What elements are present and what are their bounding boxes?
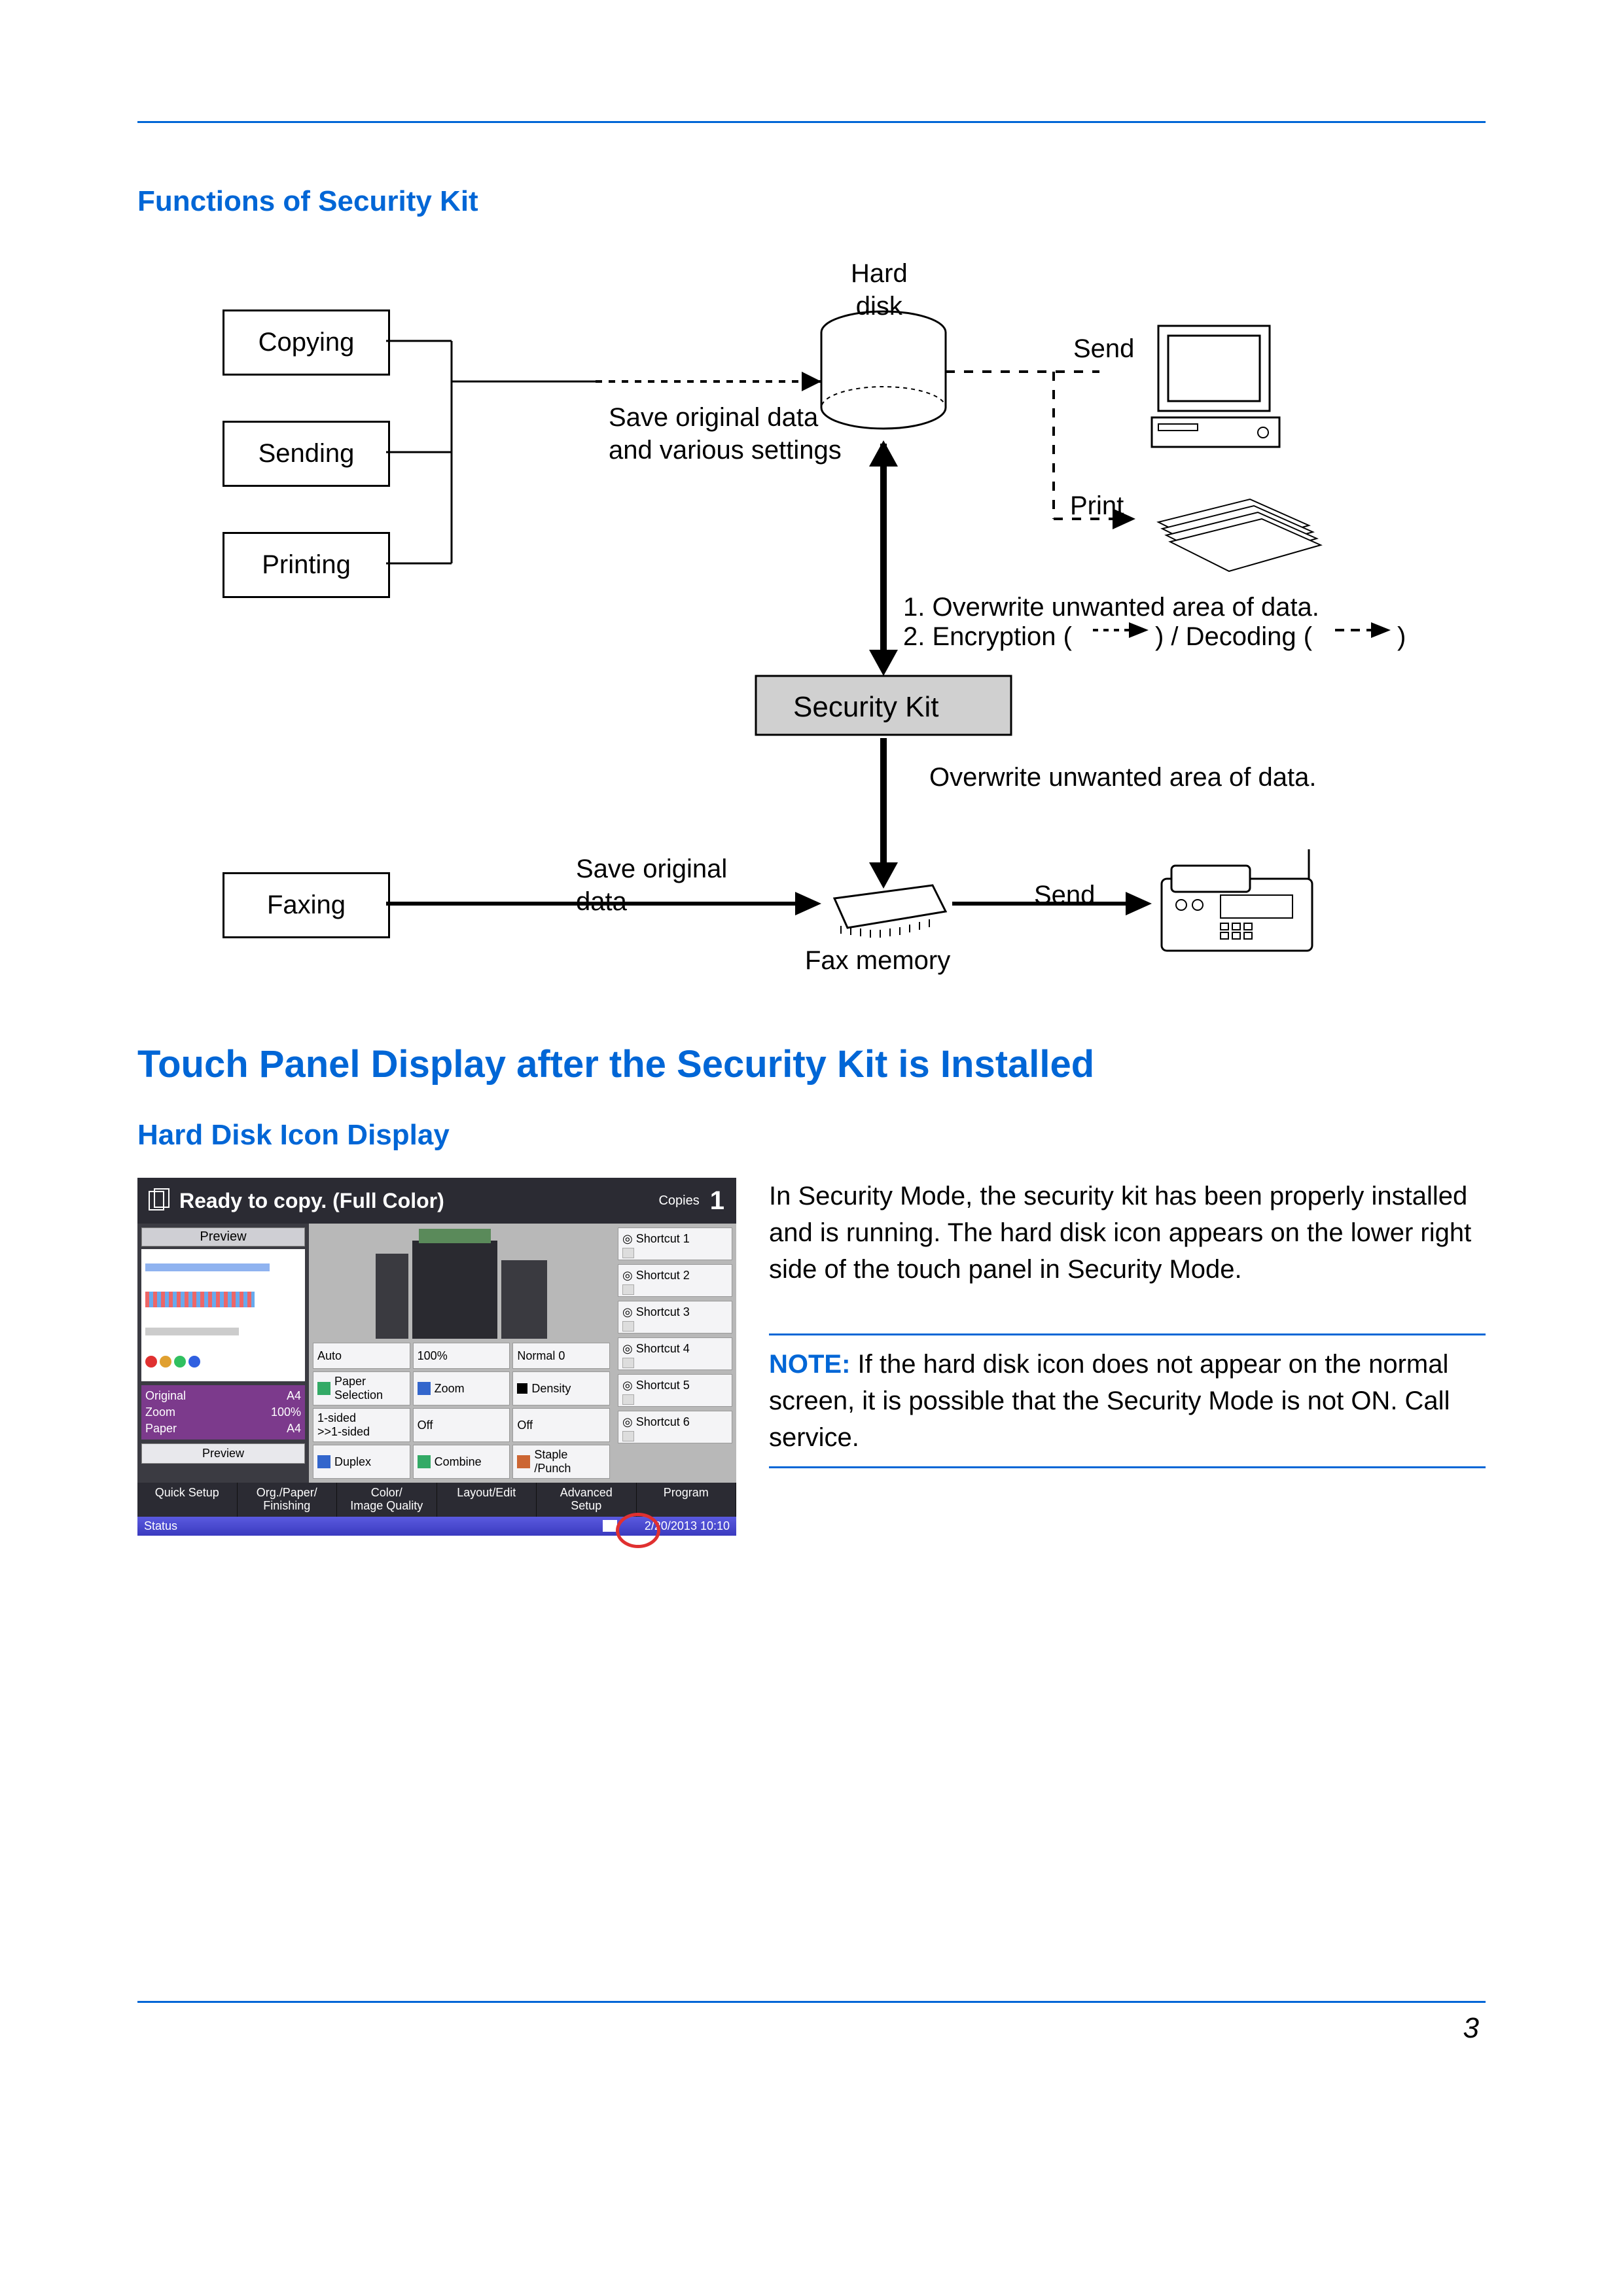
copy-icon [145,1188,171,1214]
info-zoom-value: 100% [271,1405,301,1419]
panel-middle: Auto 100% Normal 0 Paper Selection Zoom … [309,1224,614,1483]
panel-right: ◎ Shortcut 1 ◎ Shortcut 2 ◎ Shortcut 3 ◎… [614,1224,736,1483]
shortcut-4[interactable]: ◎ Shortcut 4 [618,1337,732,1370]
label-print: Print [1070,489,1124,522]
security-kit-diagram: Copying Sending Printing Faxing [137,257,1486,997]
cell-1sided[interactable]: 1-sided >>1-sided [313,1408,410,1442]
shortcut-1[interactable]: ◎ Shortcut 1 [618,1227,732,1260]
body-paragraph: In Security Mode, the security kit has b… [769,1178,1486,1288]
status-bar: Status 2/20/2013 10:10 [137,1517,736,1536]
cell-paper-selection[interactable]: Paper Selection [313,1371,410,1405]
heading-touch-panel: Touch Panel Display after the Security K… [137,1042,1486,1086]
cell-normal0[interactable]: Normal 0 [512,1343,610,1369]
label-save-original: Save original data [576,853,727,918]
panel-header: Ready to copy. (Full Color) Copies 1 [137,1178,736,1224]
cell-auto[interactable]: Auto [313,1343,410,1369]
preview-heading: Preview [141,1227,305,1246]
note-label: NOTE: [769,1350,850,1379]
tab-program[interactable]: Program [637,1483,737,1517]
copier-illustration [313,1227,610,1339]
heading-functions: Functions of Security Kit [137,185,1486,218]
label-send2: Send [1034,879,1095,911]
info-zoom-label: Zoom [145,1405,175,1419]
label-hard-disk: Hard disk [851,257,908,323]
shortcut-6[interactable]: ◎ Shortcut 6 [618,1411,732,1443]
status-label: Status [144,1519,603,1533]
label-notes2c: ) [1397,620,1406,653]
shortcut-5[interactable]: ◎ Shortcut 5 [618,1374,732,1407]
info-paper-value: A4 [287,1422,301,1436]
info-original-value: A4 [287,1389,301,1403]
label-notes1: 1. Overwrite unwanted area of data. [903,591,1319,624]
label-notes2a: 2. Encryption ( [903,620,1072,653]
cell-duplex[interactable]: Duplex [313,1445,410,1479]
tab-color[interactable]: Color/ Image Quality [337,1483,437,1517]
label-security-kit: Security Kit [793,689,939,725]
header-rule [137,121,1486,123]
label-fax-memory: Fax memory [805,944,950,977]
tab-advanced[interactable]: Advanced Setup [537,1483,637,1517]
tab-quick-setup[interactable]: Quick Setup [137,1483,238,1517]
heading-hdd-icon: Hard Disk Icon Display [137,1119,1486,1152]
tab-org-paper[interactable]: Org./Paper/ Finishing [238,1483,338,1517]
cell-staple[interactable]: Staple /Punch [512,1445,610,1479]
panel-tabs: Quick Setup Org./Paper/ Finishing Color/… [137,1483,736,1517]
info-original-label: Original [145,1389,186,1403]
cell-100[interactable]: 100% [413,1343,510,1369]
page-number: 3 [1463,2012,1479,2045]
copies-label: Copies [658,1193,699,1209]
settings-grid: Auto 100% Normal 0 Paper Selection Zoom … [313,1343,610,1479]
panel-left: Preview Original A4 [137,1224,309,1483]
cell-off1[interactable]: Off [413,1408,510,1442]
cell-off2[interactable]: Off [512,1408,610,1442]
label-notes2b: ) / Decoding ( [1155,620,1312,653]
note-block: NOTE: If the hard disk icon does not app… [769,1333,1486,1468]
copies-value: 1 [710,1186,724,1216]
label-send: Send [1073,332,1134,365]
cell-density[interactable]: Density [512,1371,610,1405]
label-overwrite-below: Overwrite unwanted area of data. [929,761,1316,794]
preview-button[interactable]: Preview [141,1443,305,1464]
shortcut-2[interactable]: ◎ Shortcut 2 [618,1264,732,1297]
shortcut-3[interactable]: ◎ Shortcut 3 [618,1301,732,1333]
note-text: If the hard disk icon does not appear on… [769,1350,1450,1452]
panel-title: Ready to copy. (Full Color) [179,1189,658,1213]
cell-combine[interactable]: Combine [413,1445,510,1479]
info-paper-label: Paper [145,1422,177,1436]
tab-layout[interactable]: Layout/Edit [437,1483,537,1517]
highlight-ring-icon [616,1513,660,1548]
label-save-settings: Save original data and various settings [609,401,842,467]
preview-image [141,1249,305,1381]
touch-panel-screenshot: Ready to copy. (Full Color) Copies 1 Pre… [137,1178,736,1536]
cell-zoom[interactable]: Zoom [413,1371,510,1405]
footer-rule [137,2001,1486,2003]
